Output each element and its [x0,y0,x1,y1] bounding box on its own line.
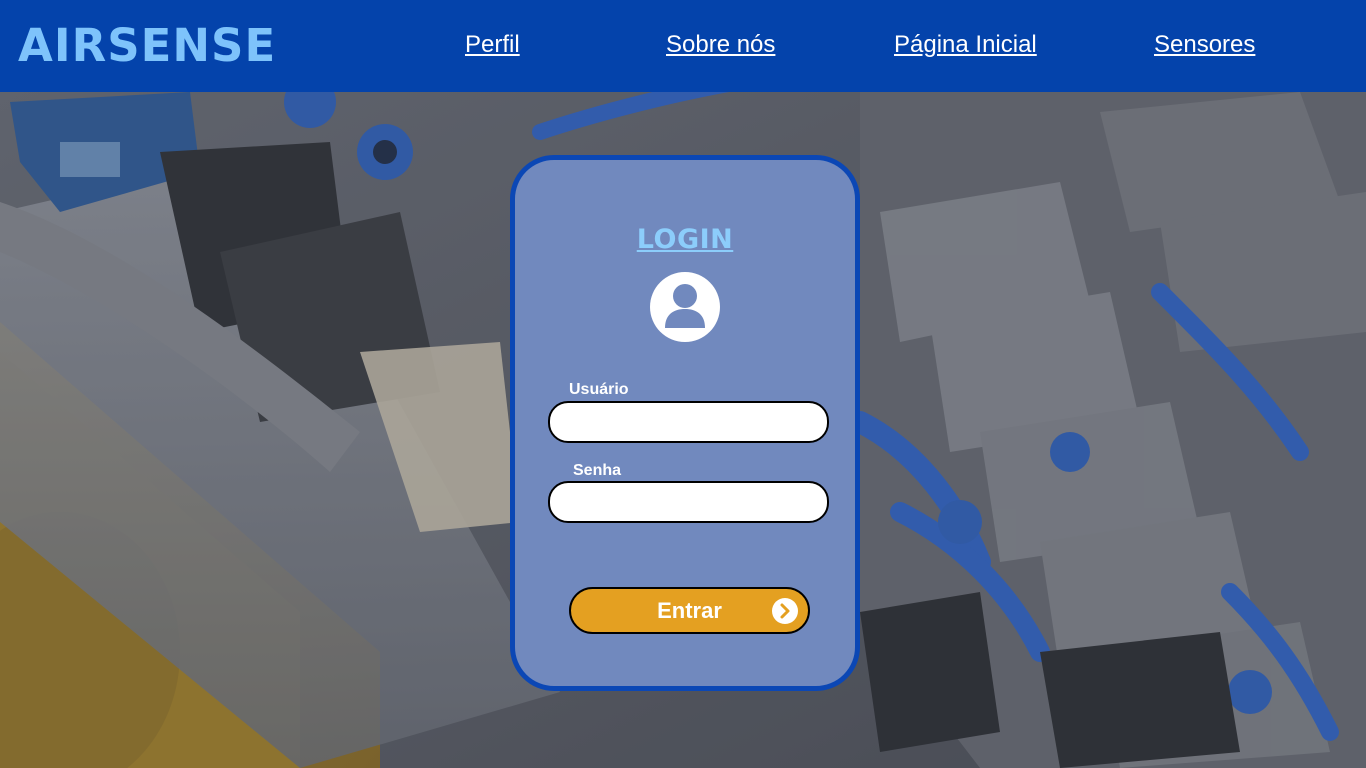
airsense-logo[interactable]: AIRSENSE [18,18,276,74]
top-navbar: AIRSENSE Perfil Sobre nós Página Inicial… [0,0,1366,92]
password-input[interactable] [548,481,829,523]
entrar-button[interactable]: Entrar [569,587,810,634]
login-title: LOGIN [636,224,734,255]
page: AIRSENSE Perfil Sobre nós Página Inicial… [0,0,1366,768]
username-label: Usuário [569,381,629,398]
nav-link-pagina-inicial[interactable]: Página Inicial [894,31,1037,59]
chevron-right-circle-icon [772,598,798,624]
password-label: Senha [573,462,622,479]
nav-link-sensores[interactable]: Sensores [1154,31,1255,59]
nav-link-perfil[interactable]: Perfil [465,31,520,59]
username-input[interactable] [548,401,829,443]
nav-link-sobre-nos[interactable]: Sobre nós [666,31,775,59]
user-avatar-icon [650,272,720,342]
login-card: LOGIN Usuário Senha Entrar [510,155,860,691]
